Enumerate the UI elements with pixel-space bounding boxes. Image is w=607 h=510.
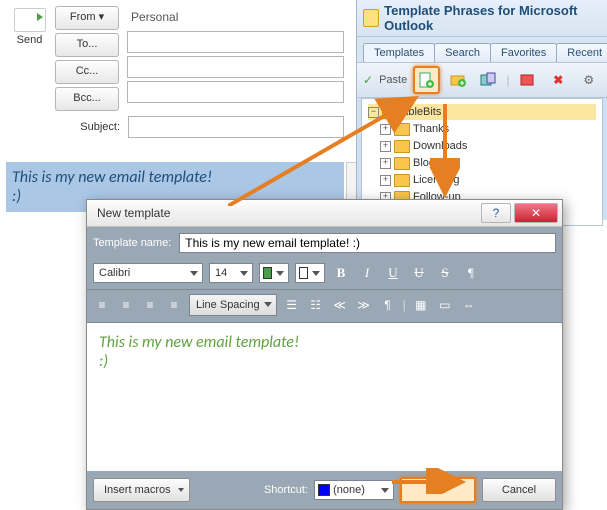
align-right-button[interactable]: ≡ (141, 296, 159, 314)
number-list-button[interactable]: ☷ (307, 296, 325, 314)
tree-item[interactable]: Downloads (413, 140, 467, 152)
align-left-button[interactable]: ≡ (93, 296, 111, 314)
outdent-button[interactable]: ≪ (331, 296, 349, 314)
font-color-combo[interactable] (259, 263, 289, 283)
help-button[interactable]: ? (481, 203, 511, 223)
send-button[interactable]: Send (8, 34, 51, 46)
size-combo[interactable]: 14 (209, 263, 253, 283)
tab-templates[interactable]: Templates (363, 43, 435, 62)
tab-favorites[interactable]: Favorites (490, 43, 557, 62)
settings-button[interactable]: ⚙ (577, 67, 601, 93)
to-button[interactable]: To... (55, 33, 119, 57)
import-button[interactable] (516, 67, 540, 93)
cancel-button[interactable]: Cancel (482, 478, 556, 502)
tab-search[interactable]: Search (434, 43, 491, 62)
tree-item[interactable]: Thanks (413, 123, 449, 135)
shortcut-combo[interactable]: (none) (314, 480, 394, 500)
dialog-title: New template (97, 206, 478, 220)
template-name-label: Template name: (93, 237, 171, 249)
tree-item[interactable]: Licensing (413, 174, 459, 186)
line-spacing-button[interactable]: Line Spacing (189, 294, 277, 316)
subject-field[interactable] (128, 116, 344, 138)
panel-title: Template Phrases for Microsoft Outlook (384, 3, 601, 33)
cc-button[interactable]: Cc... (55, 60, 119, 84)
clear-format-button[interactable]: ¶ (461, 263, 481, 283)
paragraph-button[interactable]: ¶ (379, 296, 397, 314)
tree-item[interactable]: Blog (413, 157, 435, 169)
paste-button[interactable]: Paste (379, 74, 407, 86)
cc-field[interactable] (127, 56, 344, 78)
font-combo[interactable]: Calibri (93, 263, 203, 283)
table-button[interactable]: ▦ (412, 296, 430, 314)
new-folder-button[interactable] (446, 67, 470, 93)
to-field[interactable] (127, 31, 344, 53)
close-button[interactable]: ✕ (514, 203, 558, 223)
gear-icon: ⚙ (583, 73, 594, 87)
link-button[interactable]: ⇔ (460, 296, 478, 314)
tree-root[interactable]: AbleBits (401, 106, 441, 118)
bcc-field[interactable] (127, 81, 344, 103)
ok-button[interactable]: Ok (400, 477, 476, 503)
edit-button[interactable] (476, 67, 500, 93)
underline-button[interactable]: U (383, 263, 403, 283)
delete-button[interactable]: ✖ (546, 67, 570, 93)
tab-recent[interactable]: Recent (556, 43, 607, 62)
image-button[interactable]: ▭ (436, 296, 454, 314)
italic-button[interactable]: I (357, 263, 377, 283)
from-field (127, 6, 344, 28)
new-template-dialog: New template ? ✕ Template name: Calibri … (86, 199, 563, 510)
bold-button[interactable]: B (331, 263, 351, 283)
template-name-input[interactable] (179, 233, 556, 253)
justify-button[interactable]: ≡ (165, 296, 183, 314)
align-center-button[interactable]: ≡ (117, 296, 135, 314)
strikethrough-button[interactable]: S (435, 263, 455, 283)
bcc-button[interactable]: Bcc... (55, 87, 119, 111)
insert-macros-button[interactable]: Insert macros (93, 478, 190, 502)
addon-icon (363, 9, 379, 27)
shortcut-label: Shortcut: (264, 484, 308, 496)
from-button[interactable]: From ▾ (55, 6, 119, 30)
indent-button[interactable]: ≫ (355, 296, 373, 314)
highlight-combo[interactable] (295, 263, 325, 283)
strike-button[interactable]: U (409, 263, 429, 283)
subject-label: Subject: (28, 121, 128, 133)
bullet-list-button[interactable]: ☰ (283, 296, 301, 314)
send-icon (14, 8, 46, 32)
template-editor[interactable]: This is my new email template! :) (87, 323, 562, 471)
new-template-button[interactable] (413, 66, 439, 94)
paste-check-icon: ✓ (363, 73, 373, 87)
